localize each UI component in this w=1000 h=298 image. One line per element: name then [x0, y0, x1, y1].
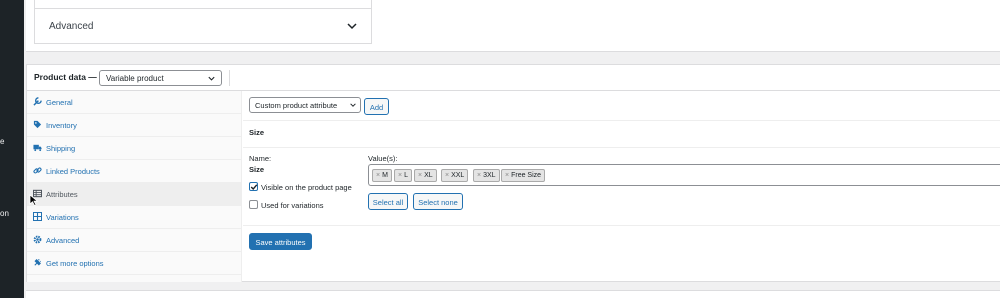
plugin-icon: [34, 258, 42, 266]
tab-shipping[interactable]: Shipping: [27, 137, 242, 160]
visible-on-product-page-label: Visible on the product page: [261, 183, 352, 192]
tab-label: Get more options: [46, 259, 104, 268]
attribute-type-value: Custom product attribute: [255, 101, 338, 110]
value-chip[interactable]: × M: [372, 169, 392, 182]
admin-sidebar: e on: [0, 0, 24, 298]
attribute-type-select[interactable]: Custom product attribute: [249, 97, 361, 113]
tag-icon: [33, 120, 42, 129]
select-none-button[interactable]: Select none: [413, 193, 463, 210]
top-panel: Advanced: [26, 0, 1000, 52]
tab-general[interactable]: General: [27, 91, 242, 114]
tab-advanced[interactable]: Advanced: [27, 229, 242, 252]
wrench-icon: [33, 97, 42, 106]
tab-label: General: [46, 98, 73, 107]
chevron-down-icon: [208, 76, 215, 81]
product-data-title: Product data —: [34, 72, 97, 82]
remove-icon[interactable]: ×: [477, 172, 481, 179]
gear-icon: [33, 235, 42, 244]
remove-icon[interactable]: ×: [398, 172, 402, 179]
tab-attributes[interactable]: Attributes: [27, 183, 242, 206]
truck-icon: [33, 144, 42, 152]
mouse-pointer-icon: [29, 194, 39, 206]
product-data-tabs: General Inventory Shipping Linked Produc…: [27, 91, 242, 282]
add-attribute-button[interactable]: Add: [364, 98, 389, 115]
grid-icon: [33, 212, 42, 221]
value-chip-label: Free Size: [511, 172, 542, 179]
remove-icon[interactable]: ×: [505, 172, 509, 179]
attribute-name-label: Name:: [249, 154, 272, 163]
header-divider: [229, 70, 230, 86]
next-panel: [26, 290, 1000, 298]
value-chip-label: XXL: [451, 172, 465, 179]
tab-label: Variations: [46, 213, 79, 222]
remove-icon[interactable]: ×: [445, 172, 449, 179]
product-data-header: Product data — Variable product: [27, 65, 1000, 91]
remove-icon[interactable]: ×: [376, 172, 380, 179]
attributes-panel: Custom product attribute Add Size Name: …: [243, 91, 1000, 282]
used-for-variations-label: Used for variations: [261, 201, 324, 210]
product-type-value: Variable product: [106, 74, 164, 83]
attribute-values-label: Value(s):: [368, 154, 398, 163]
admin-sidebar-text: e: [0, 137, 5, 146]
attribute-name-value: Size: [249, 165, 265, 174]
product-data-box: Product data — Variable product General …: [26, 64, 1000, 282]
divider: [243, 120, 1000, 121]
value-chip[interactable]: × L: [394, 169, 412, 182]
link-icon: [33, 167, 42, 174]
attribute-values-field[interactable]: × M × L × XL × XXL × 3XL × Free Size: [368, 164, 1000, 186]
admin-sidebar-text: on: [0, 209, 9, 218]
tab-label: Attributes: [46, 190, 78, 199]
select-all-button[interactable]: Select all: [368, 193, 408, 210]
chevron-down-icon: [347, 23, 357, 30]
tab-label: Shipping: [46, 144, 76, 153]
tab-get-more-options[interactable]: Get more options: [27, 252, 242, 275]
value-chip-label: M: [382, 172, 388, 179]
tab-variations[interactable]: Variations: [27, 206, 242, 229]
value-chip-label: XL: [424, 172, 433, 179]
tab-inventory[interactable]: Inventory: [27, 114, 242, 137]
visible-on-product-page-checkbox[interactable]: [249, 182, 258, 191]
value-chip[interactable]: × XL: [414, 169, 437, 182]
remove-icon[interactable]: ×: [418, 172, 422, 179]
divider: [243, 225, 1000, 226]
product-type-select[interactable]: Variable product: [99, 70, 222, 86]
tab-label: Linked Products: [46, 167, 100, 176]
advanced-accordion[interactable]: Advanced: [35, 8, 371, 41]
value-chip[interactable]: × Free Size: [501, 169, 546, 182]
attribute-title[interactable]: Size: [249, 128, 264, 137]
checkmark-icon: [250, 184, 258, 191]
accordion-box: Advanced: [34, 0, 372, 44]
chevron-down-icon: [349, 101, 357, 109]
value-chip-label: 3XL: [483, 172, 496, 179]
tab-linked-products[interactable]: Linked Products: [27, 160, 242, 183]
value-chip[interactable]: × 3XL: [473, 169, 500, 182]
value-chip-label: L: [404, 172, 408, 179]
tab-label: Advanced: [46, 236, 80, 245]
used-for-variations-checkbox[interactable]: [249, 200, 258, 209]
save-attributes-button[interactable]: Save attributes: [249, 233, 312, 250]
tab-label: Inventory: [46, 121, 77, 130]
advanced-accordion-label: Advanced: [49, 21, 94, 32]
value-chip[interactable]: × XXL: [441, 169, 469, 182]
divider: [243, 147, 1000, 148]
